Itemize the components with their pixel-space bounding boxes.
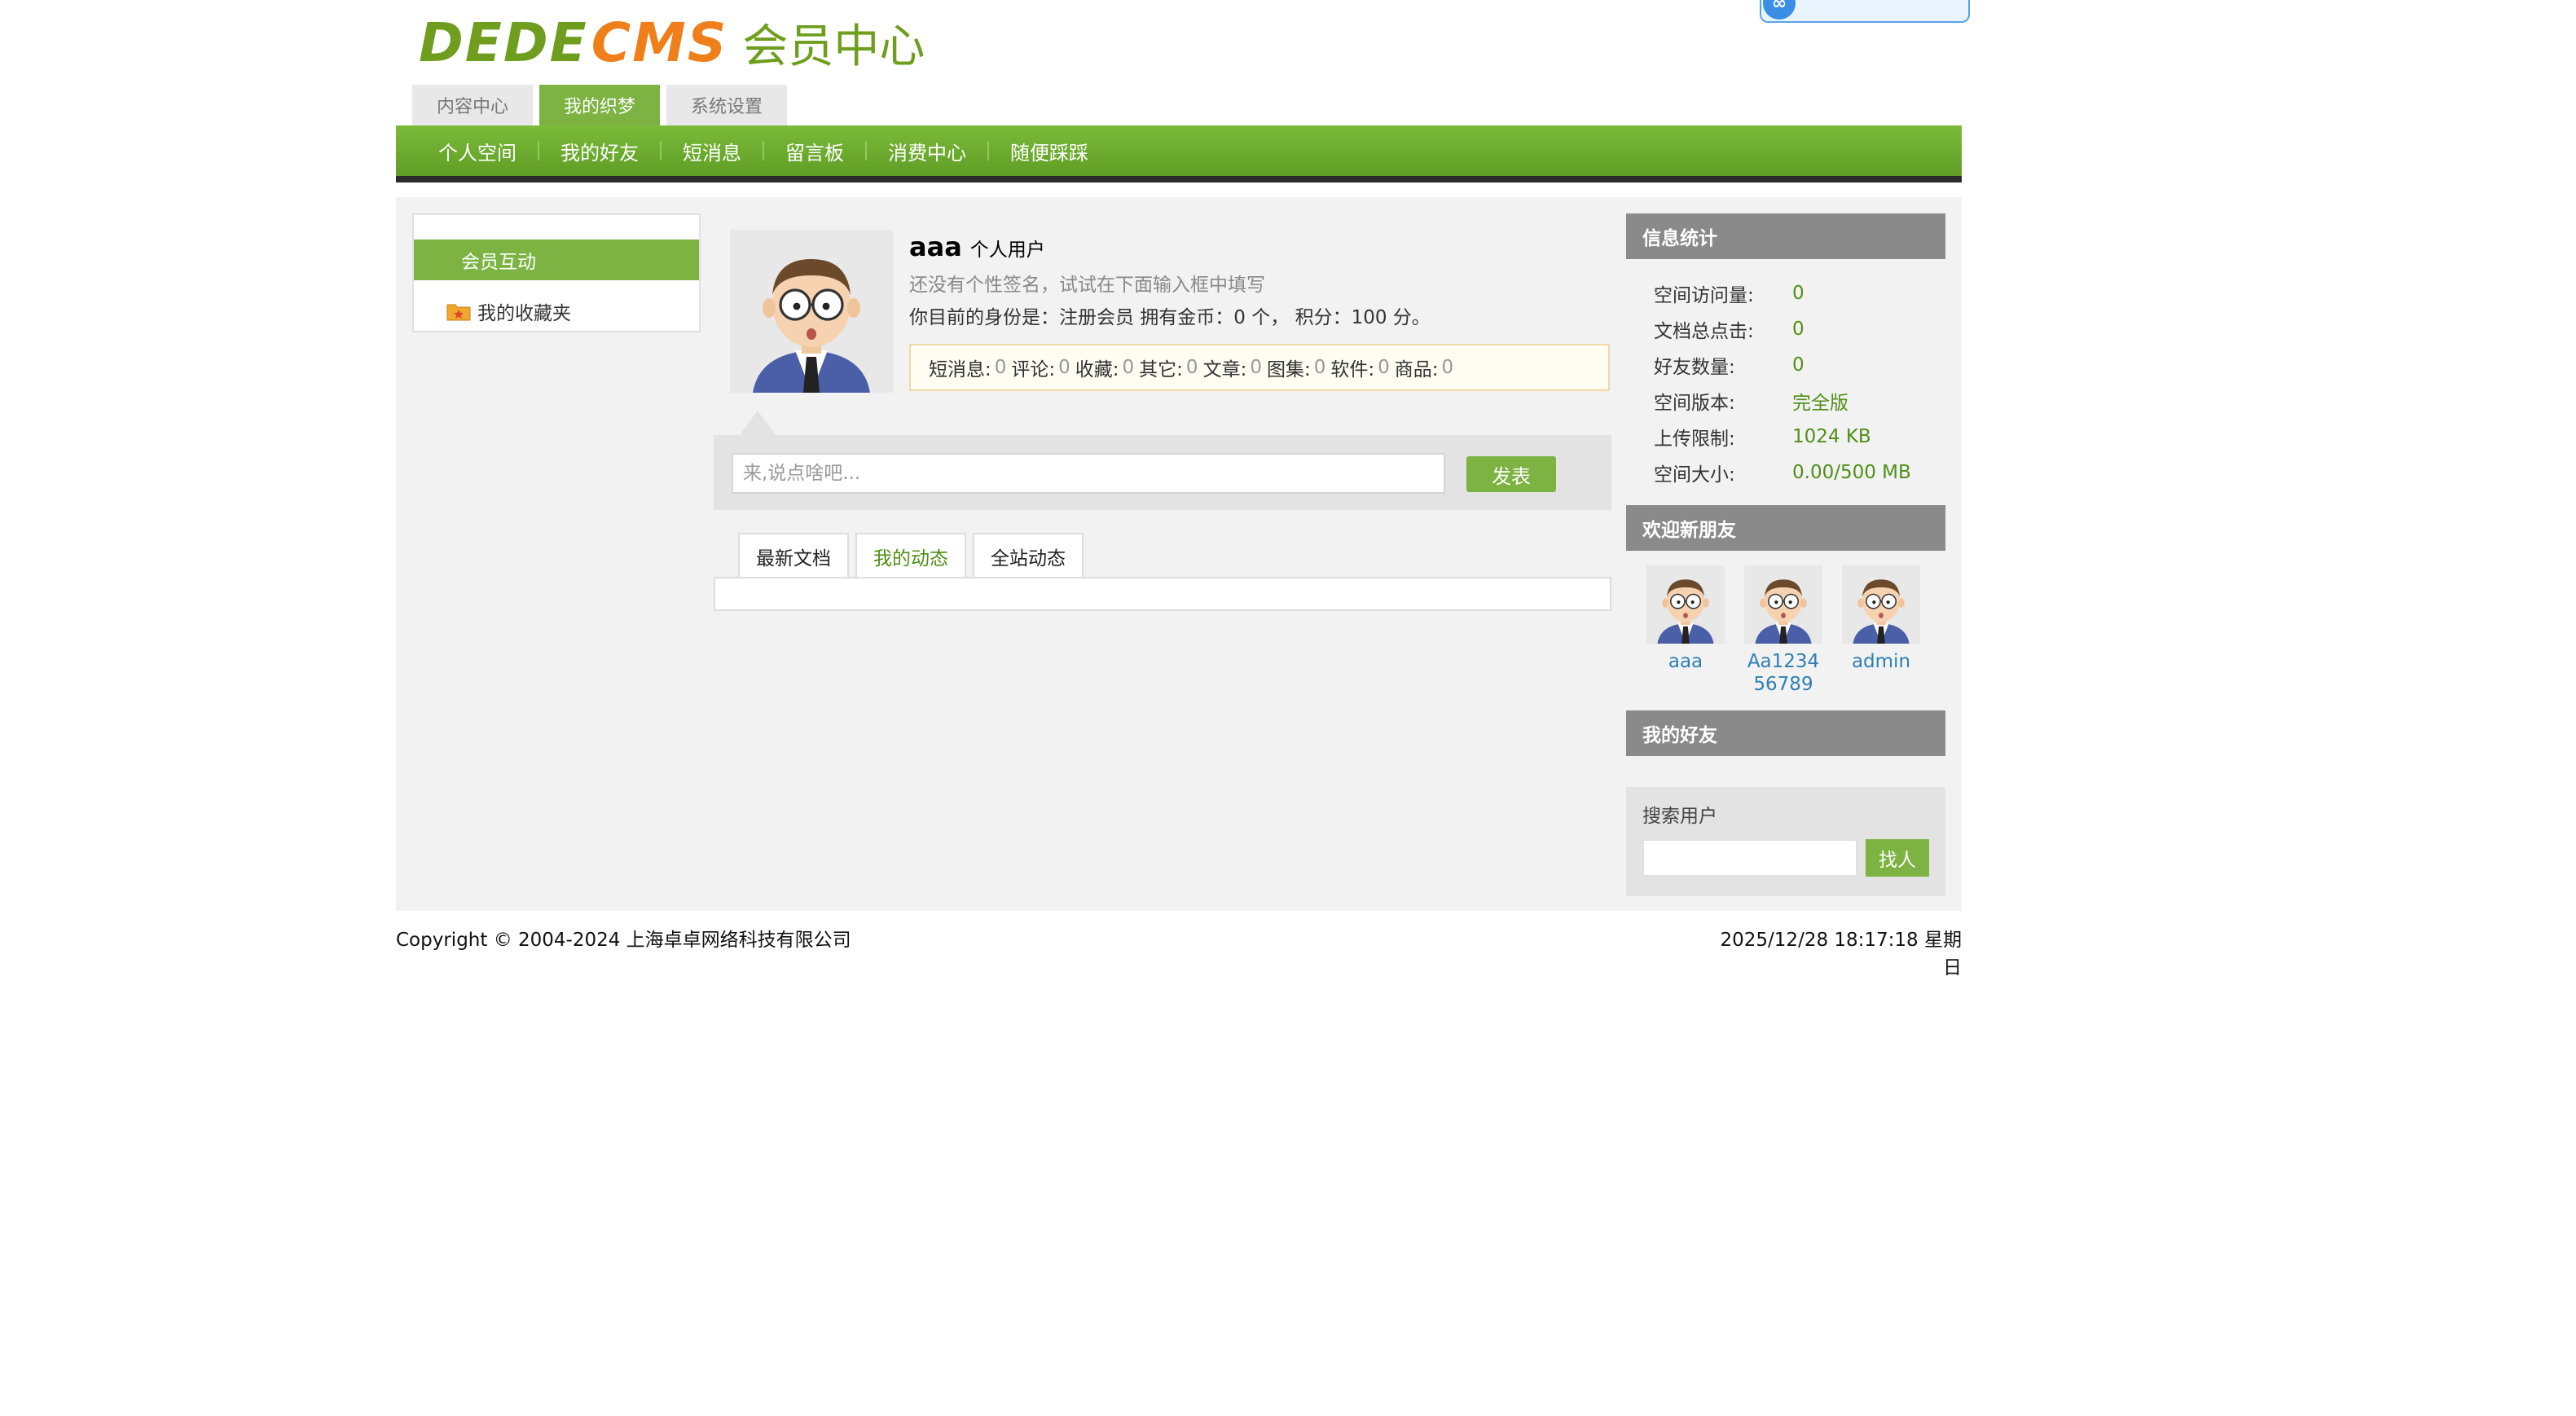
stat-label: 商品: [1394, 359, 1439, 380]
stat-value: 0 [1122, 357, 1135, 378]
nav-random-visit[interactable]: 随便踩踩 [1010, 137, 1088, 165]
user-avatar[interactable] [730, 230, 893, 393]
nav-divider [660, 141, 662, 161]
dedecms-logo[interactable]: DEDE CMS 会员中心 [419, 11, 925, 74]
top-tabs: 内容中心 我的织梦 系统设置 [412, 85, 788, 125]
footer-datetime: 2025/12/28 18:17:18 星期日 [1720, 930, 1962, 978]
friend-avatar[interactable] [1842, 565, 1920, 644]
info-stats-header: 信息统计 [1626, 213, 1945, 259]
friend-avatar[interactable] [1744, 565, 1822, 644]
nav-guestbook[interactable]: 留言板 [785, 137, 844, 165]
new-friend[interactable]: Aa123456789 [1735, 565, 1831, 696]
stat-value: 0 [1792, 354, 1805, 376]
stat-value: 0 [1313, 357, 1326, 378]
tab-latest-docs[interactable]: 最新文档 [738, 533, 849, 578]
stat-row-friend-count: 好友数量: 0 [1654, 349, 1805, 381]
stat-row-upload-limit: 上传限制: 1024 KB [1654, 420, 1871, 453]
search-user-input[interactable] [1642, 839, 1857, 877]
nav-personal-space[interactable]: 个人空间 [438, 137, 517, 165]
username: aaa [909, 231, 962, 262]
user-identity: 你目前的身份是：注册会员 拥有金币：0 个， 积分：100 分。 [909, 307, 1431, 328]
user-type: 个人用户 [969, 240, 1045, 261]
sidebar-header-member-interaction: 会员互动 [414, 240, 699, 280]
stat-row-doc-clicks: 文档总点击: 0 [1654, 313, 1805, 345]
stat-row-space-visits: 空间访问量: 0 [1654, 277, 1805, 310]
stat-label: 图集: [1266, 359, 1311, 380]
user-activity-stats: 短消息: 0 评论: 0 收藏: 0 其它: 0 文章: 0 图集: 0 软件: 0 商品: 0 [909, 344, 1610, 391]
stat-value: 0 [994, 357, 1007, 378]
stat-label: 空间版本: [1654, 393, 1735, 414]
new-friend[interactable]: aaa [1637, 565, 1734, 673]
stat-label: 评论: [1011, 359, 1056, 380]
logo-text-dede: DEDE [419, 11, 588, 74]
stat-value: 0 [1792, 283, 1805, 304]
status-post-input[interactable] [732, 453, 1445, 494]
stat-value: 0 [1185, 357, 1198, 378]
sidebar-item-label: 我的收藏夹 [477, 303, 571, 324]
stat-value: 完全版 [1792, 393, 1848, 414]
new-friends-header: 欢迎新朋友 [1626, 505, 1945, 551]
tab-system-settings[interactable]: 系统设置 [666, 85, 788, 125]
stat-value: 0 [1378, 357, 1390, 378]
footer-copyright: Copyright © 2004-2024 上海卓卓网络科技有限公司 [396, 930, 851, 951]
nav-divider [987, 141, 989, 161]
nav-divider [763, 141, 764, 161]
feed-tabs: 最新文档 我的动态 全站动态 [738, 533, 1084, 578]
stat-row-space-size: 空间大小: 0.00/500 MB [1654, 456, 1911, 489]
stat-label: 软件: [1330, 359, 1375, 380]
stat-label: 上传限制: [1654, 429, 1735, 450]
logo-text-member-center: 会员中心 [742, 20, 925, 73]
stat-value: 0.00/500 MB [1792, 462, 1911, 483]
stat-label: 空间访问量: [1654, 285, 1754, 306]
new-friend[interactable]: admin [1833, 565, 1929, 673]
folder-icon [446, 301, 471, 321]
username-line: aaa 个人用户 [909, 231, 1045, 264]
find-user-button[interactable]: 找人 [1866, 839, 1929, 877]
stat-label: 文章: [1202, 359, 1247, 380]
my-friends-header: 我的好友 [1626, 710, 1945, 756]
tab-content-center[interactable]: 内容中心 [412, 85, 534, 125]
stat-value: 0 [1058, 357, 1070, 378]
publish-button[interactable]: 发表 [1466, 456, 1556, 492]
friend-name[interactable]: admin [1833, 650, 1929, 673]
nav-my-friends[interactable]: 我的好友 [560, 137, 639, 165]
feed-panel [714, 577, 1611, 611]
stat-value: 0 [1792, 319, 1805, 340]
friend-name[interactable]: aaa [1637, 650, 1734, 673]
nav-messages[interactable]: 短消息 [683, 137, 741, 165]
stat-label: 好友数量: [1654, 357, 1735, 378]
stat-label: 收藏: [1075, 359, 1119, 380]
left-sidebar: 会员互动 我的收藏夹 [412, 213, 701, 332]
stat-row-space-version: 空间版本: 完全版 [1654, 385, 1848, 417]
tab-site-activity[interactable]: 全站动态 [973, 533, 1084, 578]
search-user-label: 搜索用户 [1642, 806, 1717, 827]
stat-label: 空间大小: [1654, 464, 1735, 486]
tab-my-activity[interactable]: 我的动态 [855, 533, 966, 578]
stat-value: 1024 KB [1792, 426, 1871, 447]
stat-label: 其它: [1139, 359, 1183, 380]
friend-avatar[interactable] [1646, 565, 1725, 644]
stat-value: 0 [1441, 357, 1454, 378]
sidebar-item-favorites[interactable]: 我的收藏夹 [446, 293, 571, 329]
qq-chat-icon: ∞ [1763, 0, 1796, 20]
user-signature: 还没有个性签名，试试在下面输入框中填写 [909, 275, 1265, 296]
nav-divider [865, 141, 867, 161]
stat-label: 文档总点击: [1654, 321, 1754, 342]
main-nav: 个人空间 我的好友 短消息 留言板 消费中心 随便踩踩 [396, 125, 1962, 182]
friend-name[interactable]: Aa123456789 [1735, 650, 1831, 696]
stat-value: 0 [1250, 357, 1262, 378]
stat-label: 短消息: [929, 359, 991, 380]
tab-my-dream[interactable]: 我的织梦 [539, 85, 661, 125]
nav-divider [538, 141, 539, 161]
post-area-pointer [740, 411, 776, 435]
qq-login-button[interactable]: ∞ [1760, 0, 1970, 23]
logo-text-cms: CMS [591, 11, 728, 74]
nav-consumption[interactable]: 消费中心 [888, 137, 966, 165]
